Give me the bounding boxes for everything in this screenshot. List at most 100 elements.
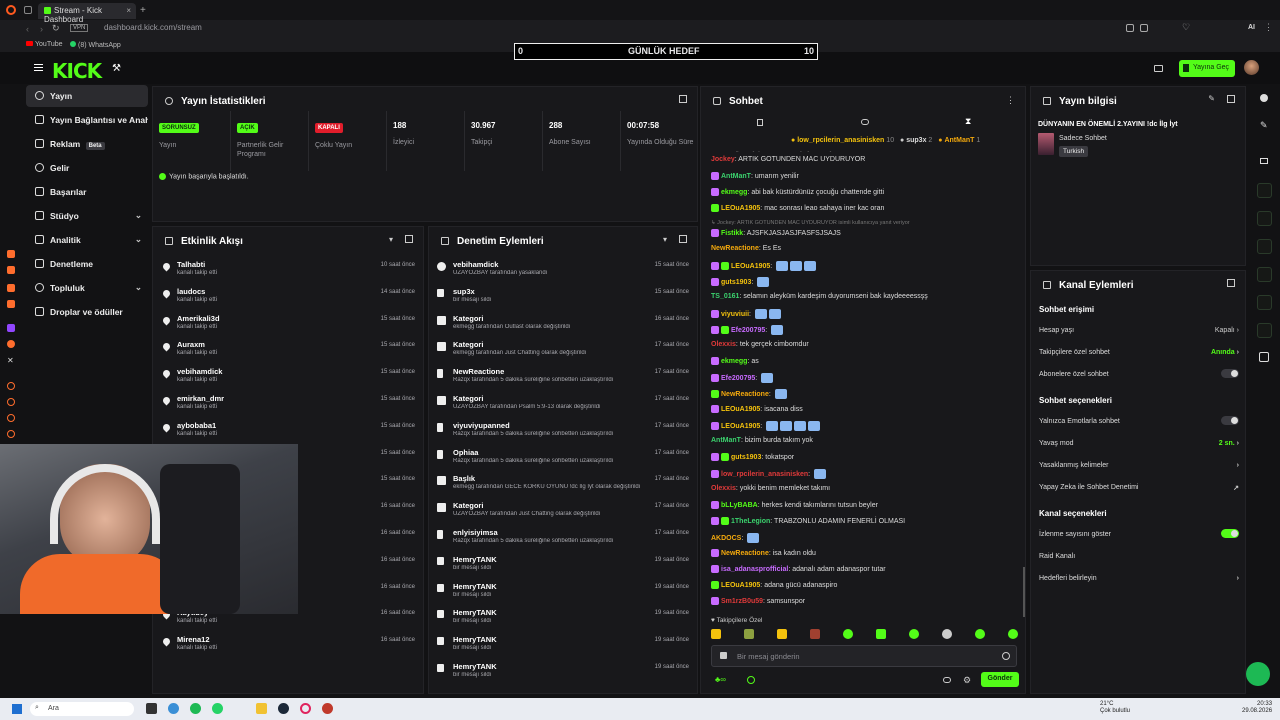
rail-icon-6[interactable] [7, 340, 15, 348]
taskbar-app-obs[interactable] [322, 703, 333, 714]
chat-username[interactable]: Efe200795 [721, 375, 755, 382]
setting-emote-only[interactable]: Yalnızca Emotlarla sohbet [1039, 416, 1239, 425]
toggle-switch[interactable] [1221, 416, 1239, 425]
activity-row[interactable]: aybobaba1 kanalı takip etti 15 saat önce [153, 418, 423, 445]
emote-slot[interactable] [876, 629, 886, 639]
chat-username[interactable]: AntManT [721, 173, 751, 180]
url-field[interactable]: dashboard.kick.com/stream [68, 23, 328, 35]
moderation-row[interactable]: HemryTANK bir mesajı sildi 19 saat önce [429, 659, 697, 686]
pencil-icon[interactable]: ✎ [1260, 120, 1268, 131]
chat-username[interactable]: NewReactione [721, 391, 769, 398]
chat-message[interactable]: Olexxis: tek gerçek cimbomdur [711, 341, 809, 348]
rail-icon-10[interactable] [7, 414, 15, 422]
pinned-user[interactable]: ● AntManT 1 [938, 137, 980, 144]
nav-item-studyo[interactable]: Stüdyo ⌄ [26, 205, 148, 227]
chat-username[interactable]: AntManT [711, 437, 741, 444]
nav-item-basarilar[interactable]: Başarılar [26, 181, 148, 203]
rail-tool-lightning[interactable] [1257, 183, 1272, 198]
hammer-icon[interactable]: ⚒ [112, 63, 121, 74]
setting-raid-channel[interactable]: Raid Kanalı [1039, 553, 1239, 560]
setting-slow-mode[interactable]: Yavaş mod 2 sn. › [1039, 440, 1239, 447]
prediction-icon[interactable] [747, 676, 755, 684]
emote[interactable] [774, 389, 787, 399]
moderation-row[interactable]: Kategori ekmegg tarafından Just Chatting… [429, 337, 697, 364]
nav-item-gelir[interactable]: Gelir [26, 157, 148, 179]
edit-icon[interactable]: ✎ [1208, 94, 1215, 103]
chat-username[interactable]: NewReactione [711, 245, 759, 252]
back-icon[interactable]: ‹ [26, 24, 29, 34]
emote[interactable] [766, 421, 779, 431]
taskbar-app-files[interactable] [256, 703, 267, 714]
emote[interactable] [757, 277, 770, 287]
toggle-switch[interactable] [1221, 529, 1239, 538]
moderation-row[interactable]: Kategori ekmegg tarafından Outlast olara… [429, 311, 697, 338]
nav-item-analitik[interactable]: Analitik ⌄ [26, 229, 148, 251]
pinned-user[interactable]: ● sup3x 2 [900, 137, 932, 144]
emote-slot[interactable] [975, 629, 985, 639]
emote-slot[interactable] [777, 629, 787, 639]
nav-item-topluluk[interactable]: Topluluk ⌄ [26, 277, 148, 299]
emote[interactable] [747, 533, 760, 543]
moderation-row[interactable]: viyuviyupanned Razqx tarafından 5 dakika… [429, 418, 697, 445]
chat-username[interactable]: isa_adanasprofficial [721, 566, 788, 573]
new-tab-button[interactable]: + [140, 5, 146, 16]
chat-username[interactable]: LEOuA1905 [721, 406, 760, 413]
rail-icon-4[interactable] [7, 300, 15, 308]
emote[interactable] [794, 421, 807, 431]
activity-row[interactable]: vebihamdick kanalı takip etti 15 saat ön… [153, 364, 423, 391]
nav-item-yayin[interactable]: Yayın [26, 85, 148, 107]
moderation-row[interactable]: vebihamdick UZAYOZBAY tarafından yasakla… [429, 257, 697, 284]
rail-tool-wrench[interactable] [1257, 323, 1272, 338]
moderation-row[interactable]: enlyisiyimsa Razqx tarafından 5 dakika s… [429, 525, 697, 552]
category-name[interactable]: Sadece Sohbet [1059, 135, 1107, 142]
chat-message[interactable]: guts1903: tokatspor [711, 453, 794, 461]
nav-item-denetleme[interactable]: Denetleme [26, 253, 148, 275]
settings-icon[interactable] [7, 430, 15, 438]
ai-label[interactable]: AI [1248, 24, 1255, 31]
gear-icon[interactable]: ⚙ [963, 675, 971, 686]
emote[interactable] [814, 469, 827, 479]
chat-message[interactable]: guts1903: [711, 277, 770, 287]
emote[interactable] [776, 261, 789, 271]
setting-set-goals[interactable]: Hedefleri belirleyin › [1039, 575, 1239, 582]
chat-bubble-icon[interactable] [943, 677, 951, 683]
clock-icon[interactable] [7, 398, 15, 406]
hamburger-icon[interactable] [34, 64, 43, 71]
emote[interactable] [804, 261, 817, 271]
emote-slot[interactable] [711, 629, 721, 639]
expand-icon[interactable] [1227, 279, 1235, 287]
chat-message[interactable]: ↳ Fistikk: gs 2-2 yaptı isimli kullanıcı… [711, 151, 837, 153]
chat-username[interactable]: LEOuA1905 [731, 263, 770, 270]
speech-icon[interactable] [861, 119, 869, 125]
expand-icon[interactable] [405, 235, 413, 243]
chat-message[interactable]: Olexxis: yokki benim memleket takımı [711, 485, 830, 492]
expand-icon[interactable] [679, 235, 687, 243]
taskbar-app-steam[interactable] [278, 703, 289, 714]
pinned-user[interactable]: ● low_rpcilerin_anasinisken 10 [791, 137, 894, 144]
chat-message[interactable]: NewReactione: [711, 389, 787, 399]
activity-row[interactable]: emirkan_dmr kanalı takip etti 15 saat ön… [153, 391, 423, 418]
chat-username[interactable]: AKDOCS [711, 535, 741, 542]
chat-message[interactable]: AntManT: umarım yenilir [711, 172, 799, 180]
chat-message[interactable]: Fistikk: AJSFKJASJASJFASFSJSAJS [711, 229, 841, 237]
chat-message[interactable]: NewReactione: Es Es [711, 245, 781, 252]
hourglass-icon[interactable]: ⧗ [965, 116, 971, 127]
reload-icon[interactable]: ↻ [52, 23, 60, 34]
nav-item-droplar[interactable]: Droplar ve ödüller [26, 301, 148, 323]
windows-start-icon[interactable] [12, 704, 22, 714]
activity-row[interactable]: Talhabti kanalı takip etti 10 saat önce [153, 257, 423, 284]
heart-icon[interactable]: ♡ [1182, 22, 1190, 33]
chat-username[interactable]: low_rpcilerin_anasinisken [721, 471, 808, 478]
chat-message[interactable]: bLLyBABA: herkes kendi takımlarını tutsu… [711, 501, 878, 509]
chat-message[interactable]: ekmegg: abi bak küstürdünüz çocuğu chatt… [711, 188, 884, 196]
expand-icon[interactable] [679, 95, 687, 103]
info-icon[interactable] [1260, 94, 1268, 102]
tab-close-icon[interactable]: × [126, 6, 131, 15]
nav-item-reklam[interactable]: Reklam Beta [26, 133, 148, 155]
activity-row[interactable]: laudocs kanalı takip etti 14 saat önce [153, 284, 423, 311]
setting-show-viewcount[interactable]: İzlenme sayısını göster [1039, 529, 1239, 538]
chat-username[interactable]: bLLyBABA [721, 502, 758, 509]
toggle-switch[interactable] [1221, 369, 1239, 378]
emote[interactable] [754, 309, 767, 319]
moderation-row[interactable]: Kategori UZAYOZBAY tarafından Psalm 5:9-… [429, 391, 697, 418]
